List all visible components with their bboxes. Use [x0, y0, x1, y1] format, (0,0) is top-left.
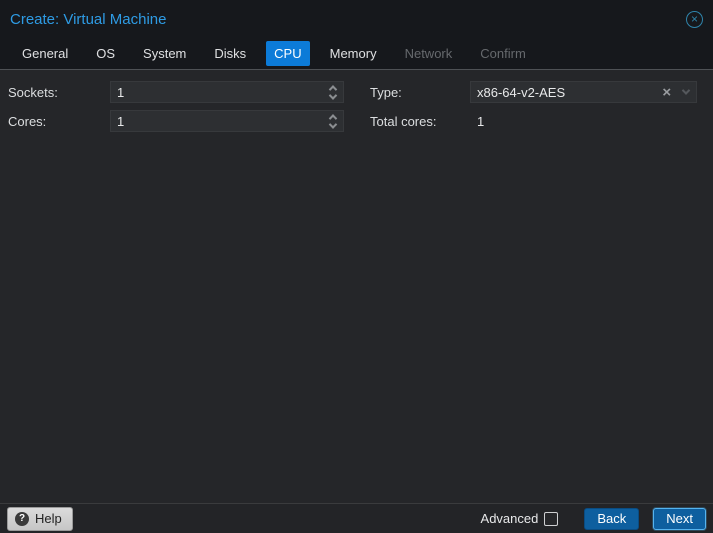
sockets-label: Sockets:	[0, 85, 110, 100]
tab-general[interactable]: General	[14, 41, 76, 66]
titlebar: Create: Virtual Machine ×	[0, 0, 713, 38]
clear-icon[interactable]: ×	[657, 84, 676, 101]
dialog-title: Create: Virtual Machine	[10, 11, 686, 28]
type-input[interactable]	[471, 85, 657, 100]
cpu-panel: Sockets: Type: ×	[0, 70, 713, 503]
tab-cpu[interactable]: CPU	[266, 41, 309, 66]
cores-spinner[interactable]	[323, 111, 343, 131]
dropdown-trigger[interactable]	[676, 82, 696, 102]
close-icon[interactable]: ×	[686, 11, 703, 28]
sockets-field	[110, 81, 344, 103]
form-row-1: Sockets: Type: ×	[0, 81, 713, 103]
help-button[interactable]: ? Help	[7, 507, 73, 531]
tab-os[interactable]: OS	[88, 41, 123, 66]
wizard-tabbar: General OS System Disks CPU Memory Netwo…	[0, 38, 713, 69]
spinner-down-icon[interactable]	[329, 120, 337, 128]
help-button-label: Help	[35, 511, 62, 526]
sockets-spinner[interactable]	[323, 82, 343, 102]
chevron-down-icon	[682, 86, 690, 94]
total-cores-value: 1	[470, 114, 484, 129]
form-row-2: Cores: Total cores: 1	[0, 110, 713, 132]
help-icon: ?	[15, 512, 29, 526]
total-cores-label: Total cores:	[362, 114, 470, 129]
type-combobox: ×	[470, 81, 697, 103]
advanced-label: Advanced	[481, 511, 539, 526]
tab-memory[interactable]: Memory	[322, 41, 385, 66]
cores-field	[110, 110, 344, 132]
next-button[interactable]: Next	[653, 508, 706, 530]
advanced-toggle: Advanced	[481, 511, 559, 526]
dialog-header: Create: Virtual Machine × General OS Sys…	[0, 0, 713, 70]
back-button[interactable]: Back	[584, 508, 639, 530]
sockets-input[interactable]	[111, 85, 323, 100]
create-vm-dialog: Create: Virtual Machine × General OS Sys…	[0, 0, 713, 533]
type-label: Type:	[362, 85, 470, 100]
spinner-down-icon[interactable]	[329, 91, 337, 99]
cores-input[interactable]	[111, 114, 323, 129]
dialog-footer: ? Help Advanced Back Next	[0, 503, 713, 533]
tab-disks[interactable]: Disks	[206, 41, 254, 66]
cores-label: Cores:	[0, 114, 110, 129]
advanced-checkbox[interactable]	[544, 512, 558, 526]
tab-network: Network	[397, 41, 461, 66]
tab-system[interactable]: System	[135, 41, 194, 66]
tab-confirm: Confirm	[472, 41, 534, 66]
